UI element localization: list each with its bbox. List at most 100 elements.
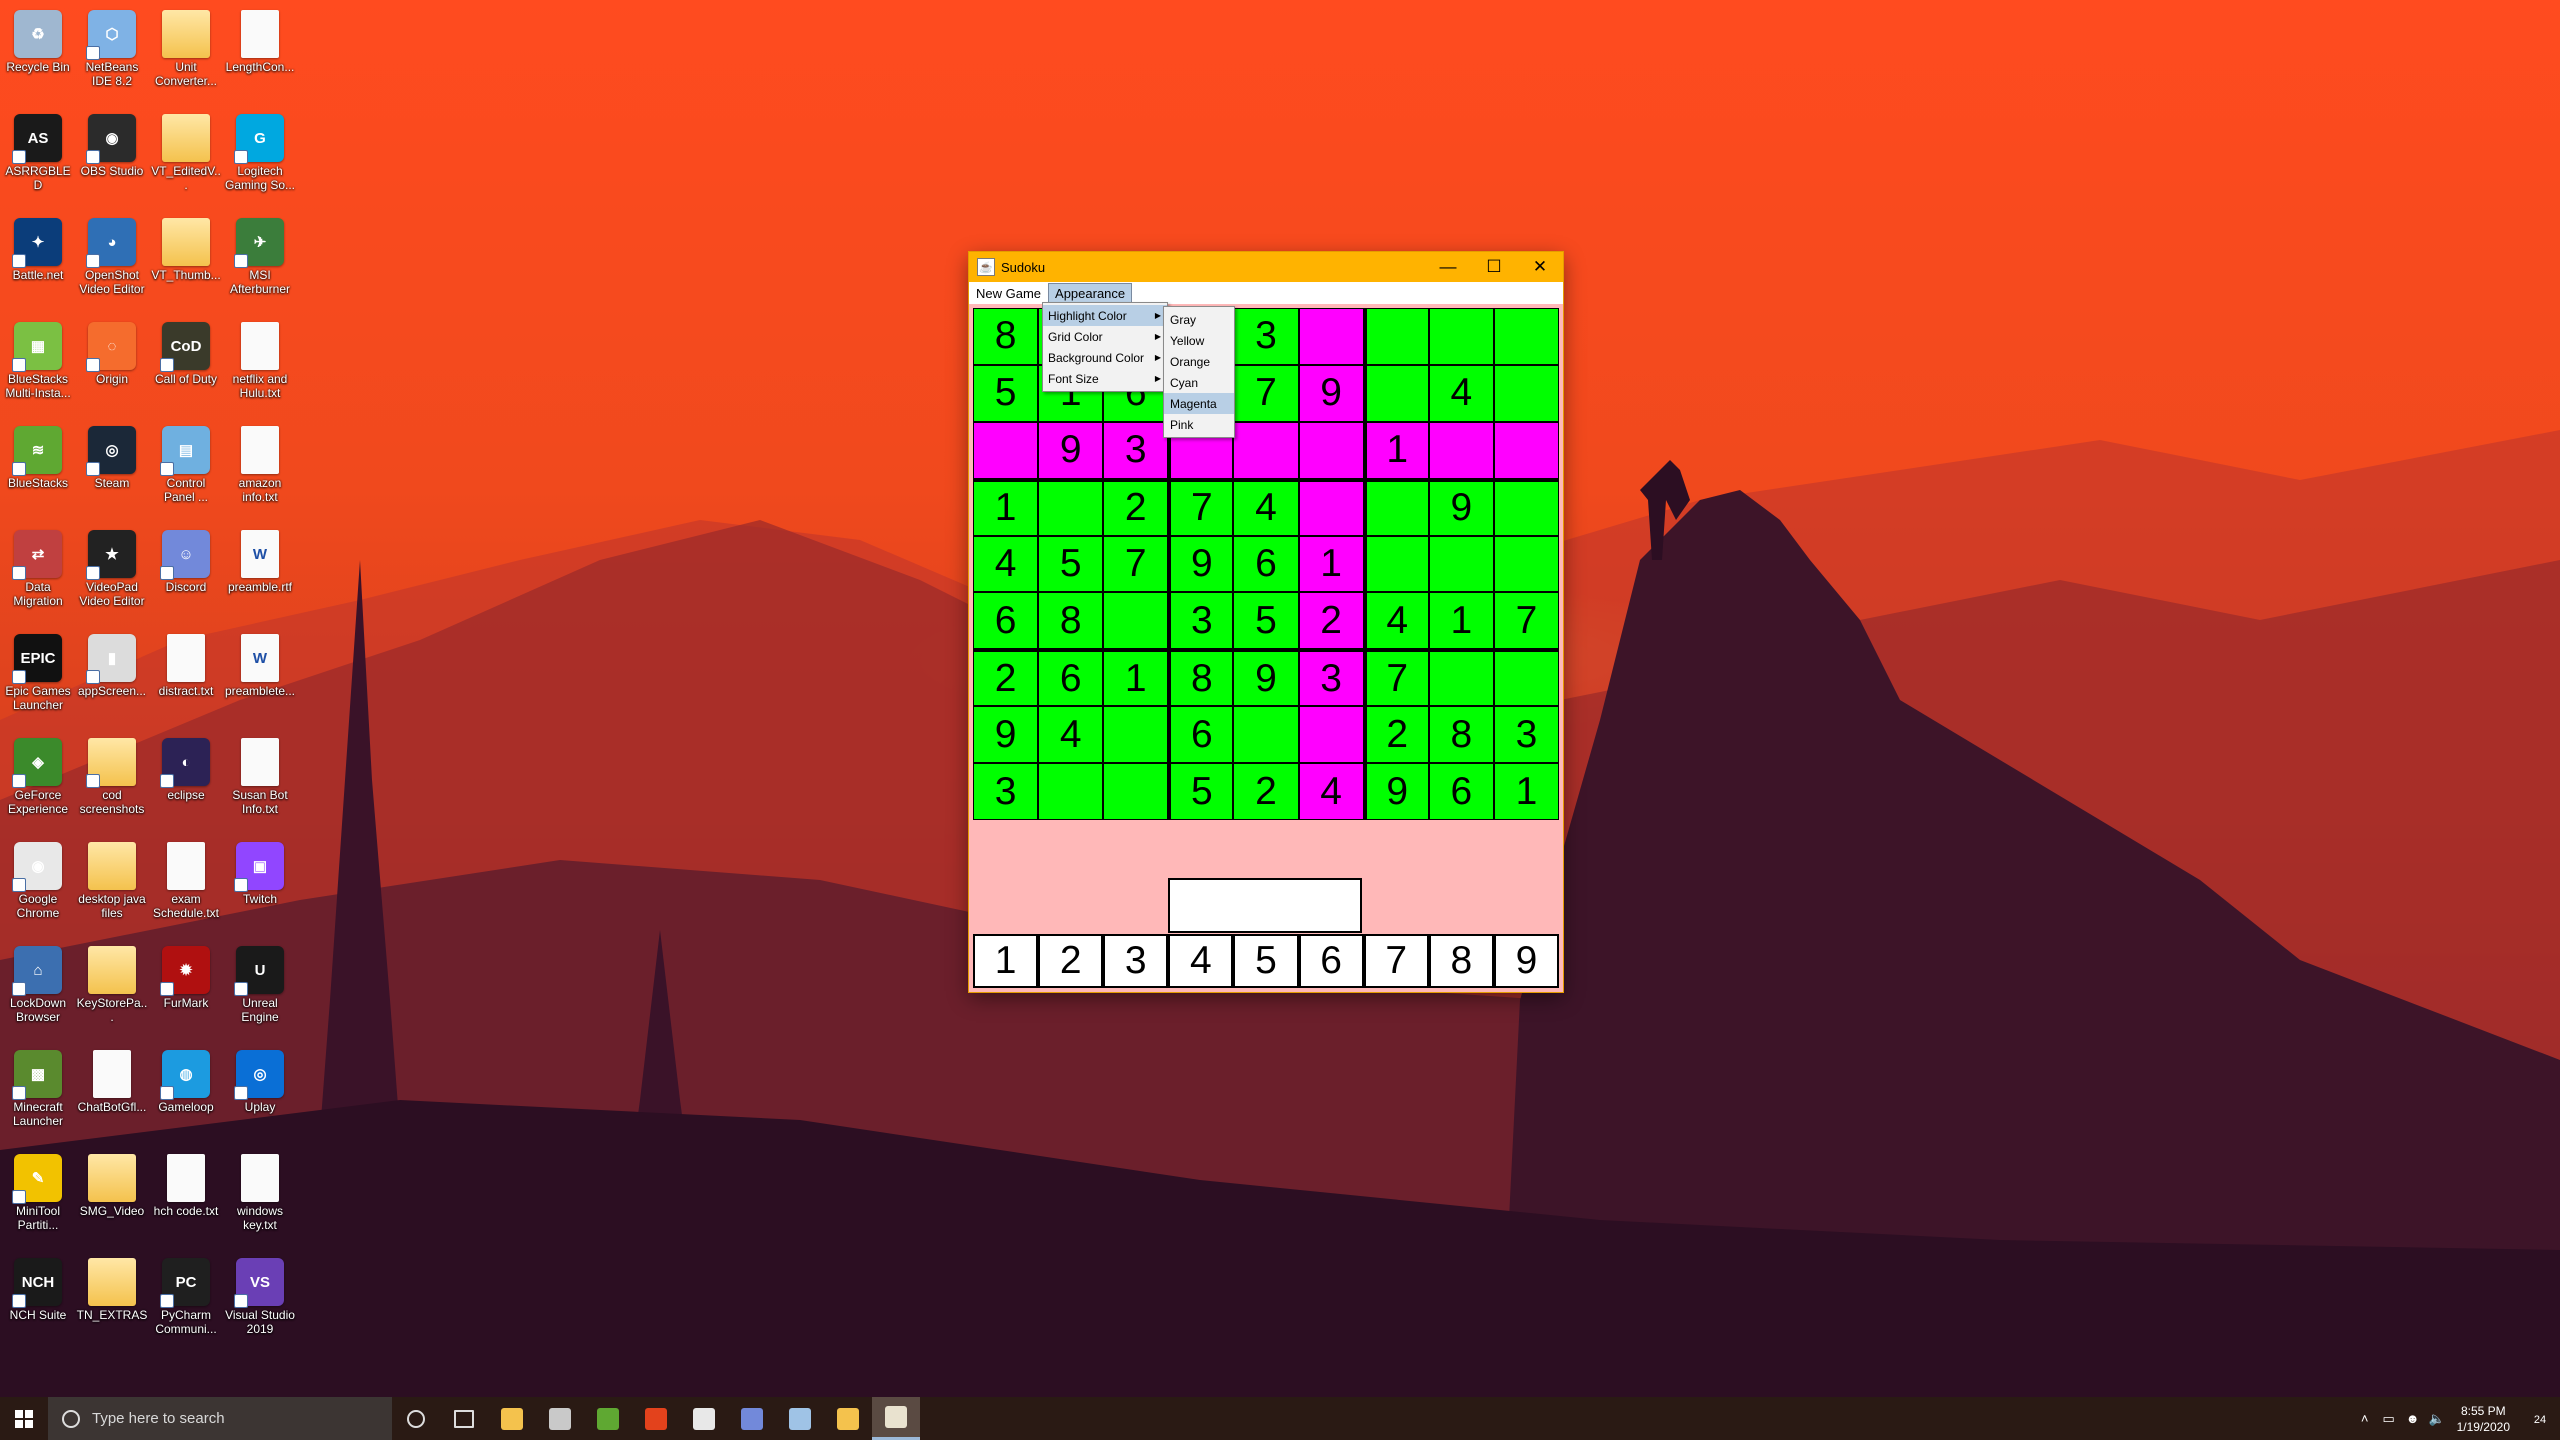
- desktop-icon[interactable]: NCH NCH Suite: [1, 1250, 75, 1322]
- java-app-icon[interactable]: [872, 1397, 920, 1440]
- desktop-icon[interactable]: ◉ OBS Studio: [75, 106, 149, 178]
- sudoku-cell[interactable]: 6: [1233, 535, 1299, 593]
- desktop-icon[interactable]: ◍ Gameloop: [149, 1042, 223, 1114]
- sudoku-cell[interactable]: [1298, 706, 1364, 764]
- sudoku-cell[interactable]: 9: [973, 706, 1039, 764]
- desktop-icon[interactable]: Wpreamblete...: [223, 626, 297, 698]
- sudoku-cell[interactable]: 4: [1233, 478, 1299, 536]
- action-center-icon[interactable]: 24: [2520, 1411, 2560, 1426]
- desktop-icon[interactable]: distract.txt: [149, 626, 223, 698]
- desktop-icon[interactable]: TN_EXTRAS: [75, 1250, 149, 1322]
- sudoku-cell[interactable]: 3: [1103, 421, 1169, 479]
- sudoku-cell[interactable]: 4: [1038, 706, 1104, 764]
- desktop-icon[interactable]: ✈ MSI Afterburner: [223, 210, 297, 296]
- start-button[interactable]: [0, 1397, 48, 1440]
- desktop-icon[interactable]: cod screenshots: [75, 730, 149, 816]
- appearance-menu-item[interactable]: Font Size ▶: [1043, 368, 1167, 389]
- sudoku-cell[interactable]: 9: [1428, 478, 1494, 536]
- app-1-icon[interactable]: [536, 1397, 584, 1440]
- appearance-menu-item[interactable]: Highlight Color ▶: [1043, 305, 1167, 326]
- sudoku-cell[interactable]: [1428, 649, 1494, 707]
- sudoku-cell[interactable]: [1038, 763, 1104, 820]
- sudoku-cell[interactable]: [1493, 421, 1559, 479]
- desktop-icon[interactable]: ✎ MiniTool Partiti...: [1, 1146, 75, 1232]
- sudoku-cell[interactable]: 7: [1233, 364, 1299, 422]
- cortana-icon[interactable]: [392, 1397, 440, 1440]
- sudoku-cell[interactable]: 3: [1168, 592, 1234, 650]
- sudoku-cell[interactable]: [1428, 308, 1494, 365]
- sudoku-cell[interactable]: [1103, 763, 1169, 820]
- sudoku-cell[interactable]: 4: [1363, 592, 1429, 650]
- sudoku-cell[interactable]: [1298, 421, 1364, 479]
- desktop-icon[interactable]: ✹ FurMark: [149, 938, 223, 1010]
- desktop-icon[interactable]: Susan Bot Info.txt: [223, 730, 297, 816]
- highlight-color-option[interactable]: Gray: [1164, 309, 1234, 330]
- sudoku-cell[interactable]: [1298, 478, 1364, 536]
- sudoku-cell[interactable]: [1493, 308, 1559, 365]
- desktop-icon[interactable]: EPIC Epic Games Launcher: [1, 626, 75, 712]
- chevron-up-icon[interactable]: ˄: [2353, 1411, 2377, 1426]
- sudoku-cell[interactable]: [1103, 592, 1169, 650]
- desktop-icon[interactable]: AS ASRRGBLED: [1, 106, 75, 192]
- window-titlebar[interactable]: ☕ Sudoku — ☐ ✕: [969, 252, 1563, 282]
- sudoku-cell[interactable]: 4: [1298, 763, 1364, 820]
- desktop-icon[interactable]: VT_EditedV...: [149, 106, 223, 192]
- task-view-icon[interactable]: [440, 1397, 488, 1440]
- desktop-icon[interactable]: ⇄ Data Migration: [1, 522, 75, 608]
- desktop-icon[interactable]: G Logitech Gaming So...: [223, 106, 297, 192]
- desktop-icon[interactable]: ★ VideoPad Video Editor: [75, 522, 149, 608]
- sudoku-cell[interactable]: 1: [1363, 421, 1429, 479]
- sudoku-cell[interactable]: 6: [1428, 763, 1494, 820]
- highlight-color-option[interactable]: Pink: [1164, 414, 1234, 435]
- app-4-icon[interactable]: [824, 1397, 872, 1440]
- minimize-button[interactable]: —: [1425, 252, 1471, 282]
- desktop-icon[interactable]: ♻ Recycle Bin: [1, 2, 75, 74]
- desktop-icon[interactable]: U Unreal Engine: [223, 938, 297, 1024]
- app-2-icon[interactable]: [584, 1397, 632, 1440]
- people-icon[interactable]: ☻: [2401, 1411, 2425, 1426]
- highlight-color-option[interactable]: Yellow: [1164, 330, 1234, 351]
- desktop-icon[interactable]: ▣ Twitch: [223, 834, 297, 906]
- file-explorer-icon[interactable]: [488, 1397, 536, 1440]
- menu-appearance[interactable]: Appearance: [1048, 282, 1133, 304]
- sudoku-cell[interactable]: 2: [973, 649, 1039, 707]
- sudoku-cell[interactable]: 8: [1168, 649, 1234, 707]
- sudoku-cell[interactable]: [1363, 308, 1429, 365]
- sudoku-cell[interactable]: 9: [1298, 364, 1364, 422]
- number-button-1[interactable]: 1: [973, 934, 1039, 988]
- number-button-2[interactable]: 2: [1038, 934, 1104, 988]
- sudoku-cell[interactable]: 1: [1428, 592, 1494, 650]
- desktop-icon[interactable]: ◌ Origin: [75, 314, 149, 386]
- desktop-icon[interactable]: KeyStorePa...: [75, 938, 149, 1024]
- sudoku-cell[interactable]: 4: [973, 535, 1039, 593]
- number-button-4[interactable]: 4: [1168, 934, 1234, 988]
- sudoku-cell[interactable]: 9: [1363, 763, 1429, 820]
- desktop-icon[interactable]: VS Visual Studio 2019: [223, 1250, 297, 1336]
- number-button-5[interactable]: 5: [1233, 934, 1299, 988]
- menu-new-game[interactable]: New Game: [969, 283, 1048, 304]
- sudoku-cell[interactable]: [1363, 535, 1429, 593]
- desktop-icon[interactable]: ⬡ NetBeans IDE 8.2: [75, 2, 149, 88]
- desktop-icon[interactable]: ✦ Battle.net: [1, 210, 75, 282]
- sudoku-cell[interactable]: [1428, 421, 1494, 479]
- desktop-icon[interactable]: VT_Thumb...: [149, 210, 223, 282]
- desktop-icon[interactable]: PC PyCharm Communi...: [149, 1250, 223, 1336]
- taskbar-search-box[interactable]: Type here to search: [48, 1397, 392, 1440]
- sudoku-cell[interactable]: [1428, 535, 1494, 593]
- desktop-icon[interactable]: ≋ BlueStacks: [1, 418, 75, 490]
- maximize-button[interactable]: ☐: [1471, 252, 1517, 282]
- sudoku-cell[interactable]: 2: [1298, 592, 1364, 650]
- sudoku-cell[interactable]: [1038, 478, 1104, 536]
- sudoku-cell[interactable]: 9: [1038, 421, 1104, 479]
- clock[interactable]: 8:55 PM 1/19/2020: [2457, 1403, 2510, 1435]
- sudoku-cell[interactable]: 5: [973, 364, 1039, 422]
- sudoku-cell[interactable]: [1493, 478, 1559, 536]
- sudoku-cell[interactable]: 1: [1298, 535, 1364, 593]
- sudoku-cell[interactable]: 7: [1363, 649, 1429, 707]
- desktop-icon[interactable]: ⌂ LockDown Browser: [1, 938, 75, 1024]
- desktop-icon[interactable]: netflix and Hulu.txt: [223, 314, 297, 400]
- app-3-icon[interactable]: [776, 1397, 824, 1440]
- sudoku-cell[interactable]: 5: [1233, 592, 1299, 650]
- number-button-7[interactable]: 7: [1363, 934, 1429, 988]
- discord-icon[interactable]: [728, 1397, 776, 1440]
